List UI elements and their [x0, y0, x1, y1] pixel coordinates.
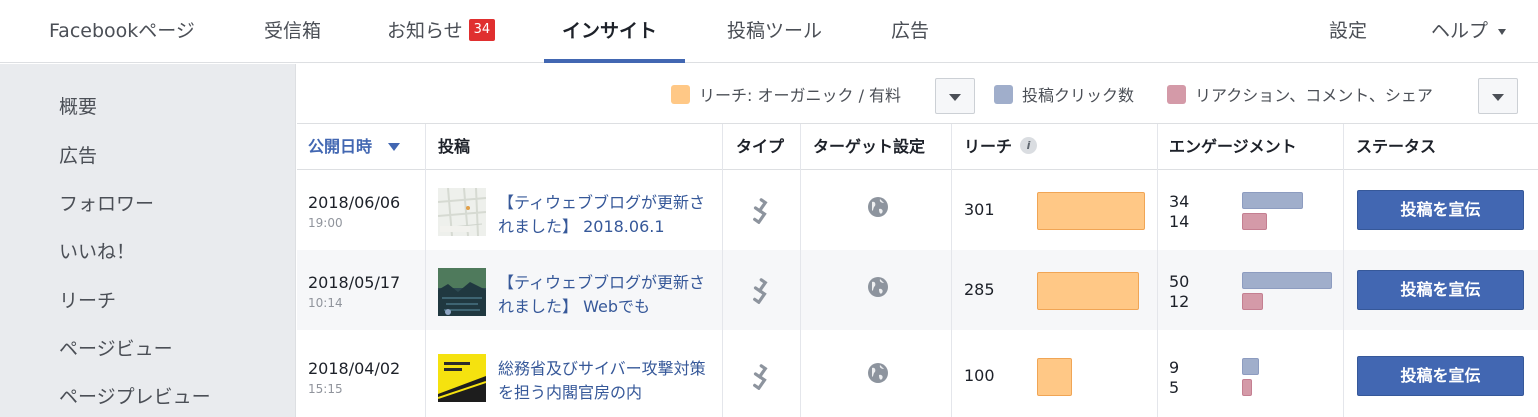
- post-clicks-value: 9: [1169, 358, 1180, 377]
- notification-count-badge: 34: [468, 18, 496, 41]
- post-title-link[interactable]: 総務省及びサイバー攻撃対策を担う内閣官房の内: [498, 357, 713, 405]
- reach-color-swatch: [671, 85, 690, 104]
- boost-post-button[interactable]: 投稿を宣伝: [1357, 270, 1524, 310]
- legend-reach-label: リーチ: オーガニック / 有料: [699, 86, 902, 105]
- post-clicks-color-swatch: [994, 85, 1013, 104]
- post-clicks-value: 50: [1169, 272, 1190, 291]
- post-title-link[interactable]: 【ティウェブブログが更新されました】 Webでも: [498, 271, 713, 319]
- column-reach-label: リーチ: [964, 137, 1013, 156]
- nav-publishing-tools[interactable]: 投稿ツール: [727, 0, 822, 63]
- column-divider: [1157, 124, 1158, 417]
- table-row: 2018/04/02 15:15 総務省及びサイバー攻撃対策を担う内閣官房の内 …: [297, 336, 1538, 416]
- post-date: 2018/05/17: [308, 273, 401, 292]
- column-published-label: 公開日時: [308, 137, 373, 156]
- boost-post-button[interactable]: 投稿を宣伝: [1357, 190, 1524, 230]
- reach-bar: [1037, 272, 1139, 310]
- chevron-down-icon: [1498, 28, 1507, 35]
- reactions-value: 5: [1169, 378, 1180, 397]
- sidebar-item-followers[interactable]: フォロワー: [59, 189, 154, 216]
- column-post[interactable]: 投稿: [438, 124, 470, 170]
- column-divider: [951, 124, 952, 417]
- map-thumbnail-image: [438, 188, 486, 236]
- legend-reactions-label: リアクション、コメント、シェア: [1195, 86, 1433, 105]
- nav-notifications-label: お知らせ: [387, 20, 463, 42]
- posts-table-panel: リーチ: オーガニック / 有料 投稿クリック数 リアクション、コメント、シェア…: [297, 64, 1538, 417]
- table-row: 2018/06/06 19:00 【ティウェブブログが更新されました】 2018…: [297, 170, 1538, 250]
- sidebar-item-overview[interactable]: 概要: [59, 92, 97, 119]
- sidebar-item-ads[interactable]: 広告: [59, 141, 97, 168]
- post-date: 2018/04/02: [308, 359, 401, 378]
- table-header: 公開日時 投稿 タイプ ターゲット設定 リーチ i エンゲージメント ステータス: [297, 124, 1538, 170]
- column-published[interactable]: 公開日時: [308, 124, 401, 170]
- post-clicks-value: 34: [1169, 192, 1190, 211]
- top-navigation: Facebookページ 受信箱 お知らせ 34 インサイト 投稿ツール 広告 設定…: [0, 0, 1538, 63]
- legend-post-clicks-label: 投稿クリック数: [1022, 86, 1135, 105]
- nav-ads[interactable]: 広告: [891, 0, 929, 63]
- post-time: 15:15: [308, 382, 343, 396]
- globe-icon: [867, 196, 889, 222]
- reactions-value: 12: [1169, 292, 1190, 311]
- nav-help[interactable]: ヘルプ: [1431, 0, 1507, 63]
- column-targeting[interactable]: ターゲット設定: [813, 124, 925, 170]
- nav-facebook-page[interactable]: Facebookページ: [49, 0, 195, 63]
- chart-legend: リーチ: オーガニック / 有料 投稿クリック数 リアクション、コメント、シェア: [297, 64, 1538, 124]
- post-thumbnail[interactable]: [438, 188, 486, 236]
- column-status[interactable]: ステータス: [1356, 124, 1436, 170]
- info-icon[interactable]: i: [1020, 137, 1038, 154]
- nav-notifications[interactable]: お知らせ 34: [387, 0, 496, 63]
- post-clicks-bar: [1242, 272, 1332, 289]
- reach-bar: [1037, 358, 1072, 396]
- reach-metric-dropdown[interactable]: [935, 78, 975, 114]
- column-divider: [1343, 124, 1344, 417]
- globe-icon: [867, 362, 889, 388]
- column-engagement[interactable]: エンゲージメント: [1169, 124, 1297, 170]
- sidebar-item-reach[interactable]: リーチ: [59, 286, 116, 313]
- link-icon: [751, 198, 769, 228]
- reach-value: 285: [964, 280, 995, 299]
- column-reach[interactable]: リーチ i: [964, 124, 1038, 170]
- nav-help-label: ヘルプ: [1431, 20, 1489, 42]
- reach-value: 100: [964, 366, 995, 385]
- nav-settings[interactable]: 設定: [1329, 0, 1367, 63]
- sidebar-item-likes[interactable]: いいね！: [59, 237, 135, 264]
- post-time: 19:00: [308, 216, 343, 230]
- column-divider: [722, 124, 723, 417]
- reactions-value: 14: [1169, 212, 1190, 231]
- reactions-bar: [1242, 213, 1267, 230]
- column-divider: [425, 124, 426, 417]
- reach-value: 301: [964, 200, 995, 219]
- sidebar-item-page-previews[interactable]: ページプレビュー: [59, 382, 211, 409]
- security-thumbnail-image: [438, 354, 486, 402]
- post-title-link[interactable]: 【ティウェブブログが更新されました】 2018.06.1: [498, 191, 713, 239]
- caret-down-icon: [1492, 94, 1504, 101]
- engagement-metric-dropdown[interactable]: [1478, 78, 1518, 114]
- boost-post-button[interactable]: 投稿を宣伝: [1357, 356, 1524, 396]
- reactions-color-swatch: [1167, 85, 1186, 104]
- nav-insights[interactable]: インサイト: [562, 0, 657, 63]
- reactions-bar: [1242, 293, 1263, 310]
- post-thumbnail[interactable]: [438, 354, 486, 402]
- link-icon: [751, 364, 769, 394]
- reach-bar: [1037, 192, 1145, 230]
- post-date: 2018/06/06: [308, 193, 401, 212]
- post-clicks-bar: [1242, 192, 1303, 209]
- column-divider: [800, 124, 801, 417]
- reactions-bar: [1242, 379, 1252, 396]
- post-clicks-bar: [1242, 358, 1259, 375]
- tech-thumbnail-image: [438, 268, 486, 316]
- table-row: 2018/05/17 10:14 【ティウェブブログが更新されました】 Webで…: [297, 250, 1538, 330]
- column-type[interactable]: タイプ: [736, 124, 784, 170]
- active-tab-indicator: [544, 59, 685, 63]
- link-icon: [751, 278, 769, 308]
- nav-inbox[interactable]: 受信箱: [264, 0, 321, 63]
- post-time: 10:14: [308, 296, 343, 310]
- insights-sidebar: 概要 広告 フォロワー いいね！ リーチ ページビュー ページプレビュー: [0, 64, 296, 417]
- caret-down-icon: [949, 94, 961, 101]
- globe-icon: [867, 276, 889, 302]
- post-thumbnail[interactable]: [438, 268, 486, 316]
- sidebar-item-page-views[interactable]: ページビュー: [59, 334, 173, 361]
- sort-desc-icon: [388, 142, 401, 151]
